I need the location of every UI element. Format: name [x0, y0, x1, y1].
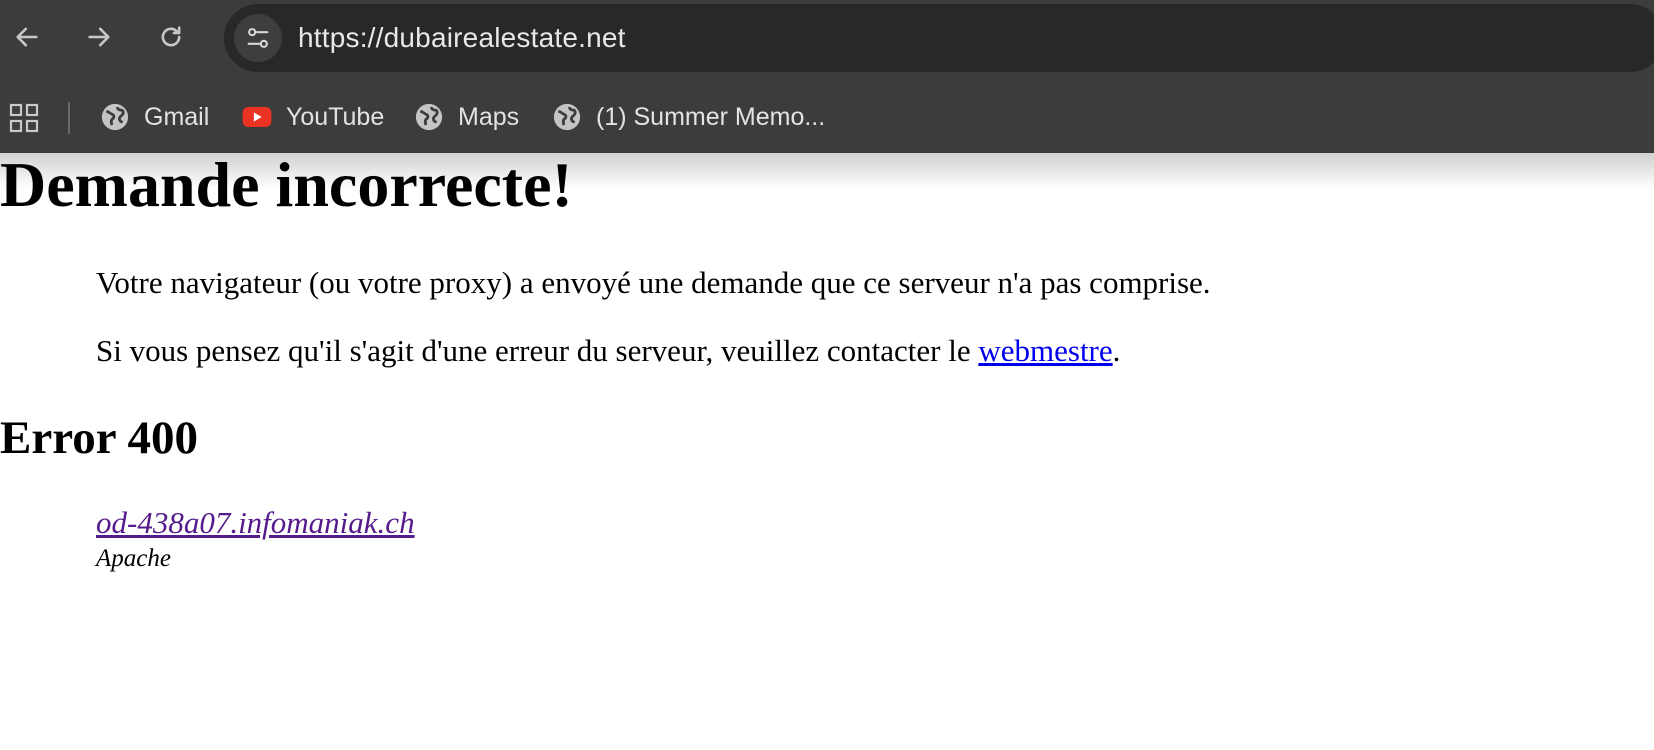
reload-icon [161, 26, 181, 47]
tune-icon [247, 28, 269, 48]
globe-icon [414, 102, 444, 132]
apps-grid-icon[interactable] [8, 102, 40, 134]
arrow-right-icon [88, 27, 110, 47]
error-message: Votre navigateur (ou votre proxy) a envo… [96, 265, 1211, 300]
bookmark-maps[interactable]: Maps [414, 92, 519, 142]
contact-message-text: Si vous pensez qu'il s'agit d'une erreur… [96, 333, 979, 368]
webmaster-link[interactable]: webmestre [978, 333, 1112, 368]
youtube-icon [242, 102, 272, 132]
error-code-heading: Error 400 [0, 412, 198, 464]
server-host-link[interactable]: od-438a07.infomaniak.ch [96, 505, 415, 541]
site-info-button[interactable] [234, 14, 282, 62]
page-title: Demande incorrecte! [0, 149, 573, 220]
contact-message: Si vous pensez qu'il s'agit d'une erreur… [96, 333, 1120, 369]
bookmark-label: YouTube [286, 102, 385, 131]
contact-message-suffix: . [1112, 333, 1121, 368]
bookmark-label: (1) Summer Memo... [596, 102, 826, 131]
bookmark-summer-memo[interactable]: (1) Summer Memo... [552, 92, 825, 142]
reload-button[interactable] [151, 17, 191, 57]
browser-toolbar: https://dubairealestate.net [0, 0, 1654, 77]
bookmark-label: Gmail [144, 102, 210, 131]
arrow-left-icon [16, 27, 38, 47]
bookmark-label: Maps [458, 102, 520, 131]
bookmark-youtube[interactable]: YouTube [242, 92, 384, 142]
back-button[interactable] [7, 17, 47, 57]
url-text[interactable]: https://dubairealestate.net [298, 4, 626, 72]
address-bar[interactable]: https://dubairealestate.net [224, 4, 1654, 72]
bookmarks-bar: Gmail YouTube Maps (1) Summer Memo... [0, 88, 1654, 146]
bookmarks-divider [68, 102, 70, 134]
browser-chrome: https://dubairealestate.net Gmail YouTub… [0, 0, 1654, 153]
bookmark-gmail[interactable]: Gmail [100, 92, 209, 142]
globe-icon [552, 102, 582, 132]
forward-button[interactable] [79, 17, 119, 57]
globe-icon [100, 102, 130, 132]
server-signature: od-438a07.infomaniak.ch Apache [96, 505, 415, 573]
server-software: Apache [96, 545, 171, 572]
